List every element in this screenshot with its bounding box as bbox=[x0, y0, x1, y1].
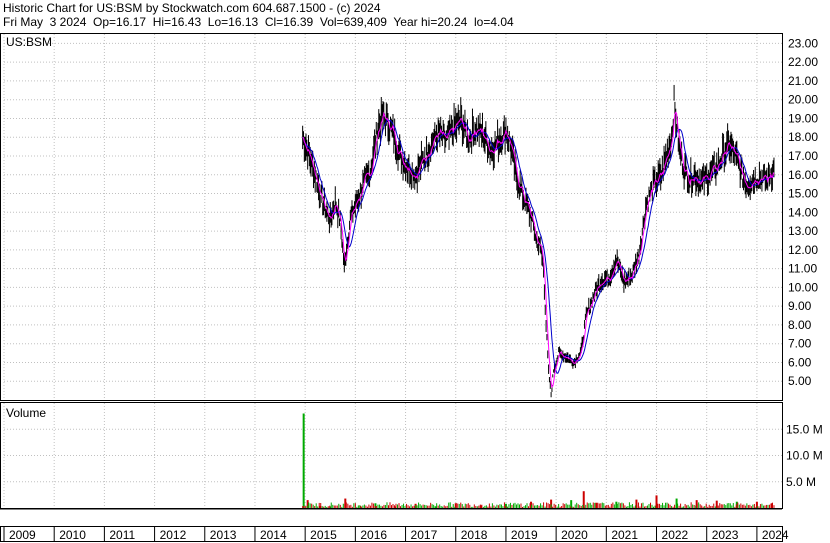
year-tick-label: 2021 bbox=[611, 528, 638, 542]
price-tick-label: 19.00 bbox=[788, 111, 818, 125]
price-tick-label: 13.00 bbox=[788, 224, 818, 238]
year-tick-label: 2018 bbox=[461, 528, 488, 542]
year-tick-label: 2014 bbox=[260, 528, 287, 542]
year-tick-label: 2010 bbox=[59, 528, 86, 542]
price-tick-label: 15.00 bbox=[788, 187, 818, 201]
price-tick-label: 10.00 bbox=[788, 280, 818, 294]
price-tick-label: 18.00 bbox=[788, 130, 818, 144]
volume-label: Volume bbox=[6, 406, 46, 420]
volume-tick-label: 10.0 M bbox=[786, 449, 823, 463]
price-tick-label: 20.00 bbox=[788, 93, 818, 107]
price-tick-label: 22.00 bbox=[788, 55, 818, 69]
volume-tick-label: 5.0 M bbox=[786, 475, 816, 489]
price-tick-label: 12.00 bbox=[788, 243, 818, 257]
year-tick-label: 2022 bbox=[662, 528, 689, 542]
year-tick-label: 2019 bbox=[511, 528, 538, 542]
year-tick-label: 2012 bbox=[160, 528, 187, 542]
price-tick-label: 9.00 bbox=[788, 299, 812, 313]
price-tick-label: 23.00 bbox=[788, 36, 818, 50]
price-tick-label: 21.00 bbox=[788, 74, 818, 88]
price-tick-label: 5.00 bbox=[788, 374, 812, 388]
price-tick-label: 8.00 bbox=[788, 318, 812, 332]
year-tick-label: 2015 bbox=[310, 528, 337, 542]
price-tick-label: 6.00 bbox=[788, 355, 812, 369]
price-tick-label: 17.00 bbox=[788, 149, 818, 163]
stock-chart: 23.00 22.00 21.00 20.00 19.00 18.00 17.00 16.00… bbox=[0, 33, 830, 543]
year-tick-label: 2009 bbox=[9, 528, 36, 542]
price-tick-label: 14.00 bbox=[788, 205, 818, 219]
year-tick-label: 2024 bbox=[762, 528, 789, 542]
price-tick-label: 16.00 bbox=[788, 168, 818, 182]
year-tick-label: 2013 bbox=[210, 528, 237, 542]
symbol-label: US:BSM bbox=[6, 35, 52, 49]
year-tick-label: 2017 bbox=[411, 528, 438, 542]
price-tick-label: 7.00 bbox=[788, 337, 812, 351]
price-tick-label: 11.00 bbox=[788, 262, 817, 276]
year-tick-label: 2023 bbox=[712, 528, 739, 542]
volume-tick-label: 15.0 M bbox=[786, 422, 823, 436]
year-tick-label: 2011 bbox=[109, 528, 135, 542]
year-tick-label: 2020 bbox=[561, 528, 588, 542]
year-tick-label: 2016 bbox=[360, 528, 387, 542]
